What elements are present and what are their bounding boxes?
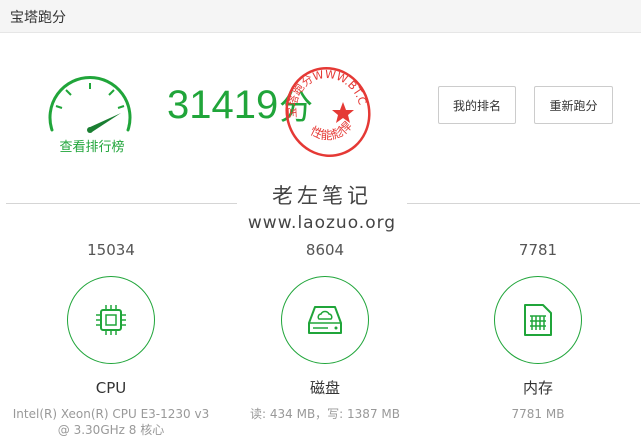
bt-seal-stamp: 宝塔跑分WWW.BT.CN 性能彪悍 — [283, 62, 371, 157]
total-score: 31419 — [167, 83, 279, 127]
my-rank-button[interactable]: 我的排名 — [438, 86, 516, 124]
memory-label: 内存 — [522, 379, 553, 397]
svg-text:宝塔跑分WWW.BT.CN: 宝塔跑分WWW.BT.CN — [283, 62, 369, 131]
speedometer-icon — [48, 76, 132, 133]
cpu-score: 15034 — [87, 241, 135, 259]
cpu-chip-icon — [96, 305, 126, 335]
memory-icon-ring — [494, 276, 582, 364]
cpu-icon-ring — [67, 276, 155, 364]
star-icon — [332, 102, 354, 123]
watermark-url: www.laozuo.org — [247, 213, 397, 233]
memory-detail: 7781 MB — [511, 407, 565, 421]
disk-metric: 8604 磁盘 读: 434 MB，写: 1387 MB — [220, 238, 430, 422]
disk-detail: 读: 434 MB，写: 1387 MB — [250, 407, 400, 421]
view-leaderboard-link[interactable]: 查看排行榜 — [44, 136, 140, 155]
memory-metric: 7781 内存 7781 MB — [433, 238, 641, 422]
window-title: 宝塔跑分 — [10, 10, 66, 26]
cpu-metric: 15034 CPU Intel(R) Xeon(R) CPU E3-1230 v… — [6, 238, 216, 438]
watermark-title: 老左笔记 — [237, 183, 407, 209]
disk-icon-ring — [281, 276, 369, 364]
disk-label: 磁盘 — [309, 379, 340, 397]
cloud-disk-icon — [308, 306, 342, 334]
disk-score: 8604 — [305, 241, 345, 259]
memory-card-icon — [524, 304, 552, 336]
memory-score: 7781 — [518, 241, 558, 259]
cpu-detail: Intel(R) Xeon(R) CPU E3-1230 v3 @ 3.30GH… — [12, 407, 210, 437]
cpu-label: CPU — [95, 379, 127, 397]
retest-button[interactable]: 重新跑分 — [534, 86, 613, 124]
title-bar: 宝塔跑分 — [0, 0, 641, 33]
